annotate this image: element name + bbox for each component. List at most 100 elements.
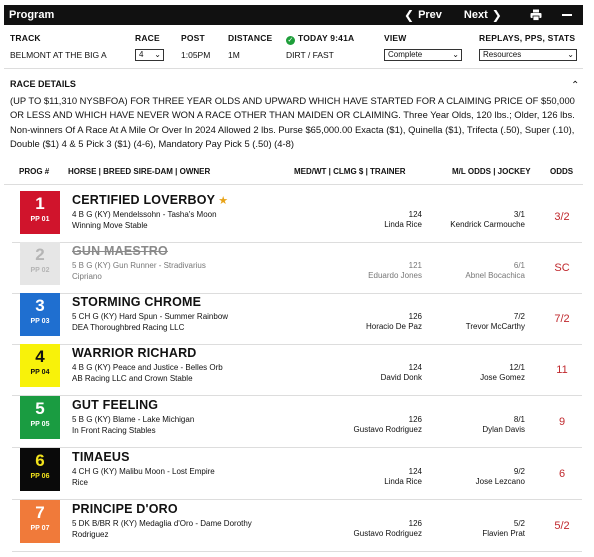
chevron-down-icon: ⌄ — [452, 50, 459, 59]
post-position-badge: 6 PP 06 — [20, 448, 60, 491]
breed-owner: 4 B G (KY) Peace and Justice - Belles Or… — [72, 363, 252, 384]
trainer[interactable]: Horacio De Paz — [312, 322, 422, 331]
column-horse: HORSE | BREED SIRE-DAM | OWNER — [68, 167, 211, 176]
jockey[interactable]: Trevor McCarthy — [412, 322, 525, 331]
entry-row[interactable]: 2 PP 02 GUN MAESTRO 5 B G (KY) Gun Runner -… — [12, 242, 582, 294]
prev-race-button[interactable]: Prev — [418, 9, 442, 21]
breed-owner: 5 CH G (KY) Hard Spun - Summer Rainbow DE… — [72, 312, 252, 333]
view-select[interactable]: Complete ⌄ — [384, 49, 462, 61]
horse-name[interactable]: TIMAEUS — [72, 450, 130, 464]
surface-value: DIRT / FAST — [286, 50, 334, 60]
horse-name[interactable]: CERTIFIED LOVERBOY ★ — [72, 193, 228, 207]
post-position-label: PP 07 — [30, 525, 50, 532]
live-odds: 11 — [556, 364, 568, 376]
morning-line-odds: 3/1 — [513, 210, 525, 219]
printer-icon[interactable] — [530, 9, 542, 21]
entry-row[interactable]: 7 PP 07 PRINCIPE D'ORO 5 DK B/BR R (KY) Med… — [12, 500, 582, 552]
breed-sire-dam: 4 B G (KY) Peace and Justice - Belles Or… — [72, 363, 223, 372]
post-position-badge: 1 PP 01 — [20, 191, 60, 234]
view-select-value: Complete — [388, 50, 423, 59]
horse-name-text: CERTIFIED LOVERBOY — [72, 193, 216, 207]
today-time-text: TODAY 9:41A — [298, 33, 355, 43]
entry-row[interactable]: 3 PP 03 STORMING CHROME 5 CH G (KY) Hard Sp… — [12, 293, 582, 345]
post-position-label: PP 05 — [30, 421, 50, 428]
chevron-down-icon: ⌄ — [154, 50, 161, 59]
horse-name-text: PRINCIPE D'ORO — [72, 502, 178, 516]
horse-name[interactable]: WARRIOR RICHARD — [72, 346, 197, 360]
trainer[interactable]: David Donk — [312, 373, 422, 382]
post-position-label: PP 04 — [30, 369, 50, 376]
owner: AB Racing LLC and Crown Stable — [72, 373, 193, 383]
live-odds: 3/2 — [554, 211, 570, 223]
race-select[interactable]: 4 ⌄ — [135, 49, 164, 61]
horse-name[interactable]: GUT FEELING — [72, 398, 158, 412]
program-number: 2 — [35, 245, 45, 264]
next-race-button[interactable]: Next — [464, 9, 488, 21]
breed-sire-dam: 5 CH G (KY) Hard Spun - Summer Rainbow — [72, 312, 229, 321]
weight: 126 — [408, 415, 422, 424]
star-icon[interactable]: ★ — [218, 195, 228, 207]
collapse-icon[interactable] — [562, 14, 572, 16]
entry-row[interactable]: 5 PP 05 GUT FEELING 5 B G (KY) Blame - Lake… — [12, 396, 582, 448]
breed-owner: 5 B G (KY) Blame - Lake Michigan In Front… — [72, 415, 252, 436]
entry-row[interactable]: 4 PP 04 WARRIOR RICHARD 4 B G (KY) Peace an… — [12, 344, 582, 396]
resources-select[interactable]: Resources ⌄ — [479, 49, 577, 61]
live-odds: 5/2 — [554, 520, 570, 532]
page-title: Program — [9, 9, 55, 21]
post-position-badge: 3 PP 03 — [20, 293, 60, 336]
horse-name[interactable]: GUN MAESTRO — [72, 244, 168, 258]
live-odds: 9 — [558, 416, 566, 428]
entry-row[interactable]: 6 PP 06 TIMAEUS 4 CH G (KY) Malibu Moon - L… — [12, 448, 582, 500]
breed-owner: 5 B G (KY) Gun Runner - Stradivarius Cipr… — [72, 261, 252, 282]
owner: Cipriano — [72, 271, 102, 281]
today-time: ✓ TODAY 9:41A — [286, 33, 354, 45]
horse-name[interactable]: STORMING CHROME — [72, 295, 201, 309]
jockey[interactable]: Kendrick Carmouche — [412, 220, 525, 229]
jockey[interactable]: Jose Lezcano — [412, 477, 525, 486]
chevron-up-icon[interactable]: ⌃ — [571, 80, 579, 91]
weight: 124 — [408, 210, 422, 219]
breed-sire-dam: 5 DK B/BR R (KY) Medaglia d'Oro - Dame D… — [72, 519, 252, 528]
morning-line-odds: 9/2 — [513, 467, 525, 476]
program-header-bar: Program ❮ Prev Next ❯ — [4, 5, 583, 25]
horse-name-text: STORMING CHROME — [72, 295, 202, 309]
race-navigation: ❮ Prev Next ❯ — [400, 5, 506, 25]
chevron-down-icon: ⌄ — [567, 50, 574, 59]
track-value[interactable]: BELMONT AT THE BIG A — [10, 50, 107, 60]
program-number: 7 — [35, 503, 45, 522]
horse-name[interactable]: PRINCIPE D'ORO — [72, 502, 178, 516]
breed-owner: 4 B G (KY) Mendelssohn - Tasha's Moon Win… — [72, 210, 252, 231]
replays-label: REPLAYS, PPS, STATS — [479, 33, 576, 43]
horse-name-text: GUN MAESTRO — [72, 244, 168, 258]
morning-line-odds: 5/2 — [513, 519, 525, 528]
entry-row[interactable]: 1 PP 01 CERTIFIED LOVERBOY ★ 4 B G (KY) Mend… — [12, 191, 582, 243]
distance-label: DISTANCE — [228, 33, 273, 43]
race-label: RACE — [135, 33, 160, 43]
jockey[interactable]: Abnel Bocachica — [412, 271, 525, 280]
post-time-value: 1:05PM — [181, 50, 211, 60]
column-prog: PROG # — [19, 167, 50, 176]
post-label: POST — [181, 33, 205, 43]
trainer[interactable]: Gustavo Rodriguez — [312, 529, 422, 538]
jockey[interactable]: Flavien Prat — [412, 529, 525, 538]
distance-value: 1M — [228, 50, 240, 60]
breed-sire-dam: 4 B G (KY) Mendelssohn - Tasha's Moon — [72, 210, 217, 219]
morning-line-odds: 8/1 — [513, 415, 525, 424]
morning-line-odds: 6/1 — [513, 261, 525, 270]
race-select-value: 4 — [139, 50, 144, 59]
jockey[interactable]: Jose Gomez — [412, 373, 525, 382]
trainer[interactable]: Eduardo Jones — [312, 271, 422, 280]
program-number: 3 — [35, 296, 45, 315]
column-odds: ODDS — [550, 167, 574, 176]
jockey[interactable]: Dylan Davis — [412, 425, 525, 434]
race-details-text: (UP TO $11,310 NYSBFOA) FOR THREE YEAR O… — [10, 95, 575, 149]
trainer[interactable]: Linda Rice — [312, 220, 422, 229]
program-number: 6 — [35, 451, 45, 470]
post-position-label: PP 06 — [30, 473, 50, 480]
check-icon: ✓ — [286, 36, 295, 45]
morning-line-odds: 7/2 — [513, 312, 525, 321]
trainer[interactable]: Linda Rice — [312, 477, 422, 486]
chevron-right-icon[interactable]: ❯ — [488, 8, 506, 22]
chevron-left-icon[interactable]: ❮ — [400, 8, 418, 22]
trainer[interactable]: Gustavo Rodriguez — [312, 425, 422, 434]
